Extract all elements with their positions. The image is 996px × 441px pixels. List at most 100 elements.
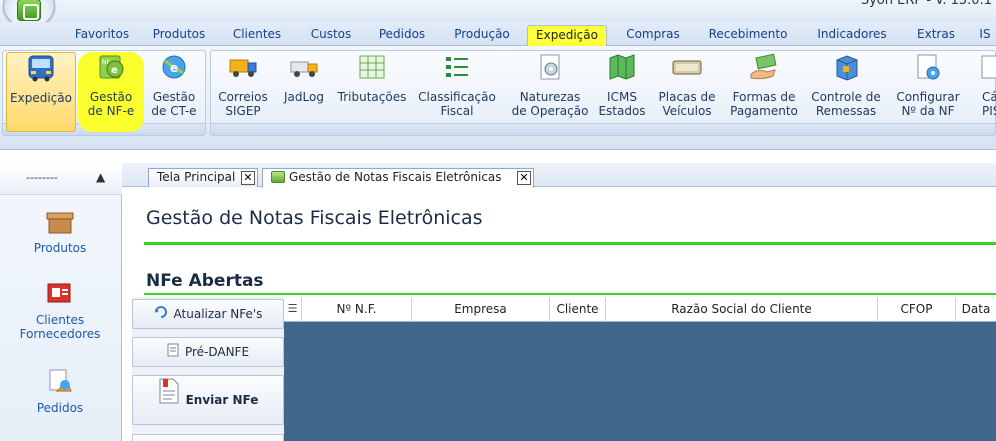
column-header-cliente[interactable]: Cliente — [550, 297, 606, 322]
ribbon-button-label: Tributações — [337, 90, 407, 104]
nfe-grid[interactable]: ☰ Nº N.F. Empresa Cliente Razão Social d… — [284, 297, 996, 441]
ribbon-button-formas-pagamento[interactable]: Formas de Pagamento — [726, 52, 802, 132]
title-bar: Syon ERP - V. 15.0.1 — [0, 0, 996, 28]
list-icon — [442, 52, 472, 82]
sidebar-item-label: Produtos — [33, 241, 87, 255]
tab-produtos[interactable]: Produtos — [146, 25, 212, 46]
ribbon-button-label: Formas de Pagamento — [730, 90, 798, 118]
ribbon-button-label: Placas de Veículos — [658, 90, 716, 118]
action-label: Atualizar NFe's — [173, 307, 263, 321]
truck-icon — [228, 52, 258, 82]
grid-table-icon — [357, 52, 387, 82]
svg-text:e: e — [111, 65, 118, 76]
column-header-razao-social[interactable]: Razão Social do Cliente — [606, 297, 878, 322]
section-title: NFe Abertas — [146, 271, 264, 291]
tab-clientes[interactable]: Clientes — [227, 25, 287, 46]
box-icon — [45, 207, 75, 237]
column-header-empresa[interactable]: Empresa — [412, 297, 550, 322]
column-chooser-icon[interactable]: ☰ — [284, 297, 302, 322]
action-panel: Atualizar NFe's Pré-DANFE Enviar NFe — [132, 297, 284, 441]
close-icon[interactable]: ✕ — [241, 171, 255, 185]
tab-indicadores[interactable]: Indicadores — [810, 25, 894, 46]
order-icon — [45, 367, 75, 397]
cte-icon: e — [159, 52, 189, 82]
ribbon-button-jadlog[interactable]: JadLog — [278, 52, 330, 132]
ribbon-button-label: Gestão de CT-e — [151, 90, 197, 118]
money-hand-icon — [749, 52, 779, 82]
grid-header: ☰ Nº N.F. Empresa Cliente Razão Social d… — [284, 297, 996, 322]
ribbon-button-correios-sigep[interactable]: Correios SIGEP — [214, 52, 272, 132]
page-title: Gestão de Notas Fiscais Eletrônicas — [146, 207, 483, 229]
ribbon-button-expedicao[interactable]: Expedição — [6, 52, 76, 132]
tab-favoritos[interactable]: Favoritos — [64, 25, 140, 46]
ribbon-tab-bar: Favoritos Produtos Clientes Custos Pedid… — [0, 22, 996, 46]
ribbon-button-gestao-cte[interactable]: e Gestão de CT-e — [146, 52, 202, 132]
send-document-icon — [158, 377, 180, 425]
ribbon-button-gestao-nfe[interactable]: e NF Gestão de NF-e — [78, 52, 144, 132]
document-gear-icon — [535, 52, 565, 82]
document-icon — [167, 339, 179, 367]
ribbon-button-configurar-numero-nf[interactable]: Configurar Nº da NF — [890, 52, 966, 132]
doc-tab-label: Tela Principal — [157, 170, 236, 184]
ribbon-button-icms-estados[interactable]: ICMS Estados — [596, 52, 648, 132]
ribbon-button-placas-veiculos[interactable]: Placas de Veículos — [652, 52, 722, 132]
pre-danfe-button[interactable]: Pré-DANFE — [132, 337, 284, 367]
ribbon-button-label: Correios SIGEP — [218, 90, 268, 118]
column-header-cfop[interactable]: CFOP — [878, 297, 956, 322]
calc-icon — [968, 52, 996, 82]
tab-extras[interactable]: Extras — [912, 25, 960, 46]
ribbon-button-label: Classificação Fiscal — [418, 90, 496, 118]
tab-expedicao[interactable]: Expedição — [527, 25, 607, 46]
sidebar-header-label: -------- — [26, 171, 58, 184]
doc-tab-gestao-nfe[interactable]: Gestão de Notas Fiscais Eletrônicas ✕ — [262, 168, 534, 188]
svg-text:e: e — [170, 61, 178, 75]
action-label: Pré-DANFE — [184, 345, 250, 359]
sidebar-item-label: Clientes Fornecedores — [19, 313, 101, 341]
doc-tab-label: Gestão de Notas Fiscais Eletrônicas — [289, 170, 502, 184]
ribbon-button-naturezas-operacao[interactable]: Naturezas de Operação — [506, 52, 594, 132]
tab-recebimento[interactable]: Recebimento — [703, 25, 793, 46]
app-version: Syon ERP - V. 15.0.1 — [860, 0, 992, 8]
sidebar-item-produtos[interactable]: Produtos — [0, 207, 120, 255]
tab-pedidos[interactable]: Pedidos — [374, 25, 430, 46]
nfe-icon: e NF — [96, 52, 126, 82]
box-icon — [831, 52, 861, 82]
tab-custos[interactable]: Custos — [306, 25, 356, 46]
config-nf-icon — [913, 52, 943, 82]
ribbon-button-calculo-pis[interactable]: Cál PIS/ — [968, 52, 996, 132]
column-header-numero-nf[interactable]: Nº N.F. — [302, 297, 412, 322]
ribbon-button-label: Expedição — [10, 91, 72, 105]
doc-tab-tela-principal[interactable]: Tela Principal ✕ — [148, 168, 258, 187]
document-tab-strip: Tela Principal ✕ Gestão de Notas Fiscais… — [122, 163, 996, 188]
more-actions-button[interactable] — [132, 434, 284, 441]
ribbon-button-label: Controle de Remessas — [811, 90, 881, 118]
map-icon — [607, 52, 637, 82]
tab-is[interactable]: IS — [974, 25, 996, 46]
send-nfe-button[interactable]: Enviar NFe — [132, 375, 284, 425]
sidebar-item-label: Pedidos — [36, 401, 84, 415]
tab-producao[interactable]: Produção — [448, 25, 516, 46]
ribbon-button-classificacao-fiscal[interactable]: Classificação Fiscal — [414, 52, 500, 132]
license-plate-icon — [672, 52, 702, 82]
ribbon-button-label: JadLog — [284, 90, 324, 104]
ribbon-button-label: Gestão de NF-e — [87, 90, 135, 118]
ribbon-button-label: ICMS Estados — [598, 90, 646, 118]
refresh-nfe-button[interactable]: Atualizar NFe's — [132, 299, 284, 329]
tab-compras[interactable]: Compras — [620, 25, 686, 46]
column-header-data[interactable]: Data — [956, 297, 996, 322]
sidebar-item-clientes-fornecedores[interactable]: Clientes Fornecedores — [0, 279, 120, 341]
svg-text:NF: NF — [102, 59, 110, 66]
ribbon-button-label: Cál PIS/ — [982, 90, 996, 118]
delivery-truck-icon — [289, 52, 319, 82]
ribbon-button-tributacoes[interactable]: Tributações — [334, 52, 410, 132]
ribbon-button-controle-remessas[interactable]: Controle de Remessas — [806, 52, 886, 132]
bus-icon — [26, 53, 56, 83]
close-icon[interactable]: ✕ — [517, 171, 531, 185]
sidebar-header[interactable]: -------- ▲ — [0, 163, 122, 195]
nfe-icon — [271, 171, 285, 183]
ribbon-button-label: Naturezas de Operação — [511, 90, 589, 118]
chevron-up-icon[interactable]: ▲ — [96, 170, 105, 184]
sidebar-item-pedidos[interactable]: Pedidos — [0, 367, 120, 415]
main-content: Tela Principal ✕ Gestão de Notas Fiscais… — [122, 150, 996, 441]
action-label: Enviar NFe — [185, 393, 259, 407]
